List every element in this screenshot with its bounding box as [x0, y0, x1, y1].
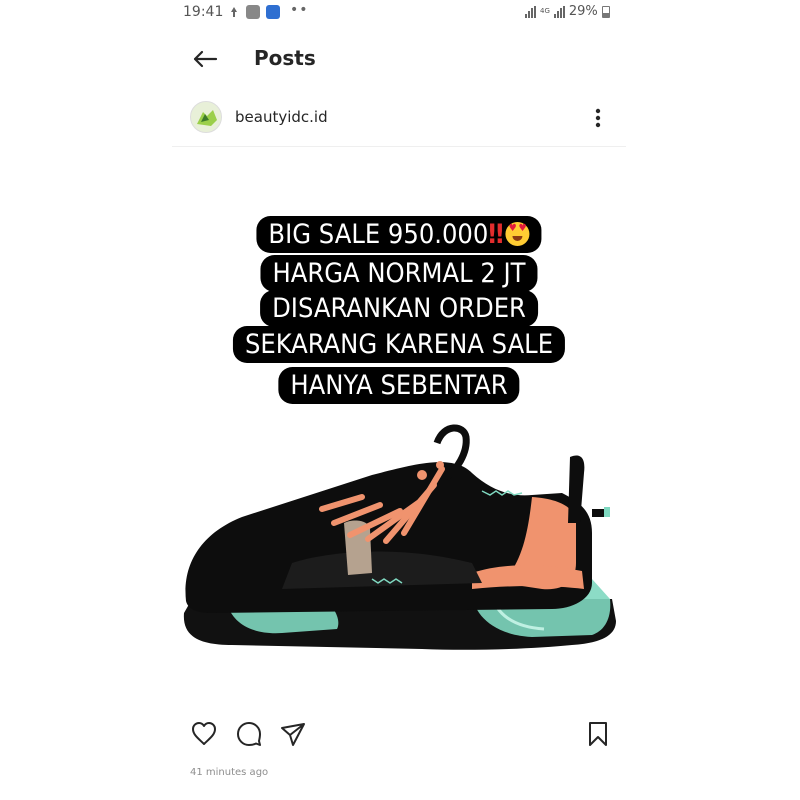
battery-percent: 29%	[568, 4, 598, 19]
caption-line-4: SEKARANG KARENA SALE	[232, 326, 566, 363]
double-exclamation-icon: ‼	[488, 219, 503, 250]
status-indicators: 4G 29%	[525, 4, 610, 19]
heart-eyes-emoji-icon	[505, 222, 530, 246]
page-title: Posts	[254, 46, 316, 70]
comment-icon[interactable]	[234, 719, 264, 749]
battery-icon	[601, 5, 610, 18]
caption-text-1: BIG SALE 950.000	[268, 219, 489, 250]
ticket-app-icon	[266, 5, 280, 19]
network-type: 4G	[540, 7, 550, 15]
caption-line-5: HANYA SEBENTAR	[278, 367, 520, 404]
post-image[interactable]: BIG SALE 950.000‼ HARGA NORMAL 2 JT DISA…	[172, 148, 626, 703]
avatar-shoe-icon	[197, 110, 217, 126]
more-vertical-icon[interactable]	[588, 104, 608, 132]
notification-app-icon	[231, 7, 237, 17]
more-notifications-icon: ••	[290, 2, 309, 18]
caption-line-3: DISARANKAN ORDER	[260, 290, 538, 327]
caption-line-2: HARGA NORMAL 2 JT	[260, 255, 538, 292]
arrow-left-icon[interactable]	[190, 44, 220, 74]
heart-icon[interactable]	[189, 719, 219, 749]
avatar[interactable]	[190, 101, 222, 133]
signal-icon	[525, 5, 536, 18]
sneaker-image	[183, 424, 616, 650]
divider	[172, 146, 626, 147]
status-time: 19:41	[183, 4, 224, 20]
caption-line-1: BIG SALE 950.000‼	[256, 216, 542, 253]
send-icon[interactable]	[278, 719, 308, 749]
post-timestamp: 41 minutes ago	[190, 767, 269, 778]
store-app-icon	[246, 5, 260, 19]
bookmark-icon[interactable]	[583, 719, 613, 749]
username[interactable]: beautyidc.id	[235, 108, 328, 126]
signal-icon-2	[553, 5, 565, 18]
